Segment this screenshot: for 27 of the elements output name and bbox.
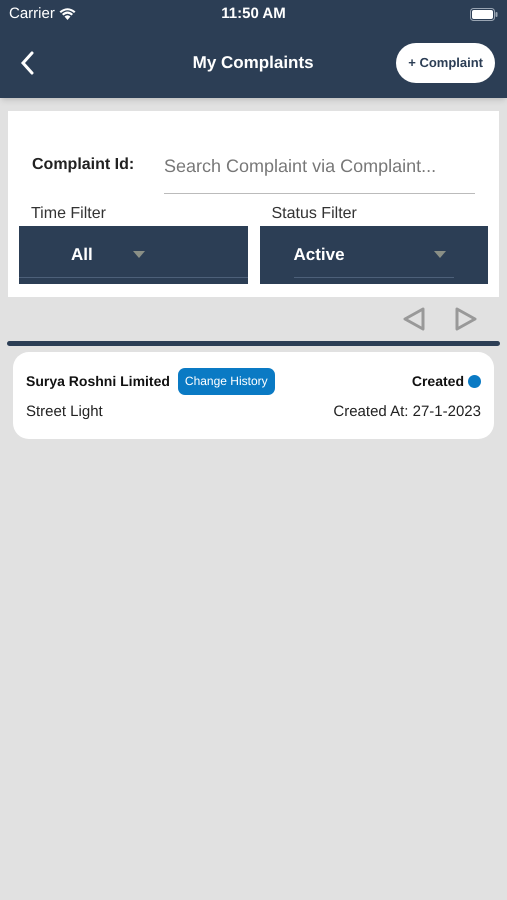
left-triangle-icon <box>403 307 425 331</box>
complaint-id-label: Complaint Id: <box>32 155 136 175</box>
battery-icon <box>470 8 498 20</box>
change-history-button[interactable]: Change History <box>178 368 275 395</box>
filter-label: Time Filter <box>30 204 107 224</box>
company-name: Surya Roshni Limited <box>26 372 170 391</box>
status-text: Created <box>412 372 464 391</box>
filter-dropdown[interactable]: All <box>19 226 248 284</box>
filter-dropdown[interactable]: Active <box>260 226 488 284</box>
dropdown-value: All <box>71 244 93 266</box>
wifi-icon <box>58 8 76 20</box>
caret-icon <box>434 251 446 258</box>
complaint-search-field[interactable]: Search Complaint via Complaint... <box>164 139 475 194</box>
page-title: My Complaints <box>192 52 315 74</box>
caret-icon <box>132 251 145 258</box>
created-date: Created At: 27-1-2023 <box>333 402 481 422</box>
complaint-card[interactable]: Surya Roshni Limited Change History Created Street Light Created At: 27-1-2023 <box>13 352 494 439</box>
previous-page-button[interactable] <box>403 307 425 331</box>
right-triangle-icon <box>455 307 477 331</box>
complaint-category: Street Light <box>26 402 103 422</box>
carrier-text: Carrier <box>9 4 55 24</box>
dropdown-value: Active <box>294 244 345 266</box>
back-chevron-icon <box>20 51 34 75</box>
filter-label: Status Filter <box>270 204 358 224</box>
add-complaint-button[interactable]: + Complaint <box>396 43 495 83</box>
clock-text: 11:50 AM <box>220 4 287 24</box>
next-page-button[interactable] <box>455 307 477 331</box>
